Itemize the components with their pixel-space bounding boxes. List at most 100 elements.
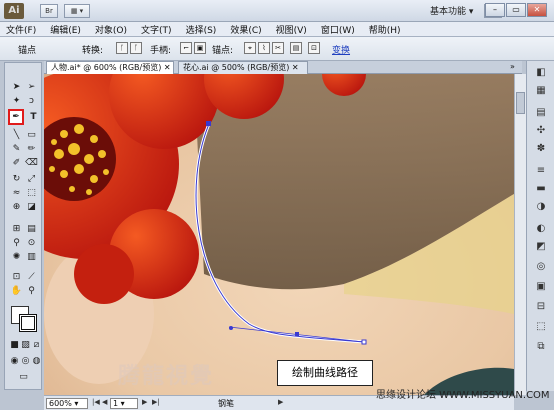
menu-select[interactable]: 选择(S)	[186, 23, 217, 36]
color-panel-icon[interactable]: ◧	[535, 67, 547, 79]
convert-corner-icon[interactable]: ᚴ	[116, 42, 128, 54]
line-tool-icon[interactable]: ╲	[10, 129, 23, 141]
scrollbar-thumb[interactable]	[516, 92, 525, 114]
tab-person-doc[interactable]: 人物.ai* @ 600% (RGB/预览) ✕	[46, 61, 174, 74]
first-page-icon[interactable]: |◀	[92, 398, 100, 406]
current-tool-label: 钢笔	[218, 399, 234, 408]
blob-brush-tool-icon[interactable]: ✐	[10, 157, 23, 169]
hand-tool-icon[interactable]: ✋	[10, 285, 23, 297]
transform-panel-icon[interactable]: ⬚	[535, 321, 547, 333]
document-tabs: 人物.ai* @ 600% (RGB/预览) ✕ 花心.ai @ 500% (R…	[44, 61, 522, 74]
transparency-panel-icon[interactable]: ◑	[535, 201, 547, 213]
artwork	[44, 74, 514, 395]
anchor-point-label: 锚点	[18, 46, 37, 56]
tab-flower-doc[interactable]: 花心.ai @ 500% (RGB/预览) ✕	[178, 61, 308, 74]
type-tool-icon[interactable]: T	[27, 111, 40, 123]
appearance-panel-icon[interactable]: ◐	[535, 223, 547, 235]
vertical-scrollbar[interactable]	[514, 74, 526, 395]
slice-tool-icon[interactable]: ⟋	[25, 271, 38, 283]
stroke-swatch[interactable]	[19, 314, 37, 332]
selection-tool-icon[interactable]: ➤	[10, 81, 23, 93]
connect-anchor-icon[interactable]: ⌇	[258, 42, 270, 54]
bridge-button[interactable]: Br	[40, 4, 58, 18]
window-min-button[interactable]: –	[485, 3, 505, 17]
mesh-tool-icon[interactable]: ⊞	[10, 223, 23, 235]
menu-help[interactable]: 帮助(H)	[369, 23, 401, 36]
logo-watermark: 腾龍視覺	[118, 363, 215, 389]
convert-smooth-icon[interactable]: ᚵ	[130, 42, 142, 54]
blend-tool-icon[interactable]: ⊙	[25, 237, 38, 249]
workspace-label: 基本功能	[430, 7, 467, 17]
brushes-panel-icon[interactable]: ✣	[535, 125, 547, 137]
pencil-tool-icon[interactable]: ✏	[25, 143, 38, 155]
direct-selection-tool-icon[interactable]: ➢	[25, 81, 38, 93]
screen-mode-icon[interactable]: ▭	[17, 371, 30, 383]
symbol-sprayer-tool-icon[interactable]: ✺	[10, 251, 23, 263]
convert-label: 转换:	[82, 46, 104, 56]
show-handles-icon[interactable]: ⌐	[180, 42, 192, 54]
page-value: 1	[113, 399, 119, 408]
transform-icon[interactable]: ⊡	[308, 42, 320, 54]
cut-path-icon[interactable]: ✂	[272, 42, 284, 54]
gradient-tool-icon[interactable]: ▤	[25, 223, 38, 235]
live-paint-tool-icon[interactable]: ◪	[25, 201, 38, 213]
pathfinder-panel-icon[interactable]: ⧉	[535, 341, 547, 353]
pen-tool-icon[interactable]: ✒	[8, 109, 24, 125]
isolate-icon[interactable]: ▤	[290, 42, 302, 54]
tabs-overflow-icon[interactable]: »	[510, 62, 515, 71]
panel-dock: ◧ ▦ ▤ ✣ ✽ ≡ ▬ ◑ ◐ ◩ ◎ ▣ ⊟ ⬚ ⧉	[526, 61, 554, 391]
artboards-panel-icon[interactable]: ▣	[535, 281, 547, 293]
graphic-styles-icon[interactable]: ◩	[535, 241, 547, 253]
next-page-icon[interactable]: ▶	[142, 398, 147, 406]
eraser-tool-icon[interactable]: ⌫	[25, 157, 38, 169]
menu-edit[interactable]: 编辑(E)	[50, 23, 81, 36]
shape-builder-tool-icon[interactable]: ⊕	[10, 201, 23, 213]
menu-file[interactable]: 文件(F)	[6, 23, 36, 36]
last-page-icon[interactable]: ▶|	[152, 398, 160, 406]
magic-wand-tool-icon[interactable]: ✦	[10, 95, 23, 107]
window-restore-button[interactable]: ▭	[506, 3, 526, 17]
prev-page-icon[interactable]: ◀	[102, 398, 107, 406]
gradient-panel-icon[interactable]: ▬	[535, 183, 547, 195]
rectangle-tool-icon[interactable]: ▭	[25, 129, 38, 141]
artboard-canvas[interactable]	[44, 74, 514, 395]
tab-close-icon[interactable]: ✕	[164, 63, 171, 72]
rotate-tool-icon[interactable]: ↻	[10, 173, 23, 185]
window-close-button[interactable]: ✕	[527, 3, 547, 17]
draw-inside-icon[interactable]: ◍	[30, 355, 43, 367]
arrange-documents-button[interactable]: ▦ ▾	[64, 4, 90, 18]
graph-tool-icon[interactable]: ▥	[25, 251, 38, 263]
color-guide-icon[interactable]: ▦	[535, 85, 547, 97]
stroke-panel-icon[interactable]: ≡	[535, 165, 547, 177]
width-tool-icon[interactable]: ≈	[10, 187, 23, 199]
layers-panel-icon[interactable]: ◎	[535, 261, 547, 273]
anchor-points-label: 锚点:	[212, 46, 234, 56]
title-bar: Ai Br ▦ ▾ 基本功能 ▾ ⚲ – ▭ ✕	[0, 0, 554, 22]
none-mode-icon[interactable]: ⧄	[30, 339, 43, 351]
tab-close-icon[interactable]: ✕	[292, 63, 299, 72]
menu-type[interactable]: 文字(T)	[141, 23, 172, 36]
paintbrush-tool-icon[interactable]: ✎	[10, 143, 23, 155]
hide-handles-icon[interactable]: ▣	[194, 42, 206, 54]
artboard-tool-icon[interactable]: ⊡	[10, 271, 23, 283]
zoom-tool-icon[interactable]: ⚲	[25, 285, 38, 297]
zoom-field[interactable]: 600% ▾	[46, 398, 88, 409]
free-transform-tool-icon[interactable]: ⬚	[25, 187, 38, 199]
symbols-panel-icon[interactable]: ✽	[535, 143, 547, 155]
align-panel-icon[interactable]: ⊟	[535, 301, 547, 313]
page-field[interactable]: 1 ▾	[110, 398, 138, 409]
lasso-tool-icon[interactable]: ↄ	[25, 95, 38, 107]
swatches-panel-icon[interactable]: ▤	[535, 107, 547, 119]
transform-link[interactable]: 变换	[332, 43, 350, 56]
zoom-value: 600%	[49, 399, 72, 408]
eyedropper-tool-icon[interactable]: ⚲	[10, 237, 23, 249]
menu-window[interactable]: 窗口(W)	[321, 23, 355, 36]
app-logo: Ai	[4, 3, 24, 19]
status-menu-icon[interactable]: ▶	[278, 398, 283, 406]
scale-tool-icon[interactable]: ⤢	[25, 173, 38, 185]
menu-effect[interactable]: 效果(C)	[230, 23, 261, 36]
remove-anchor-icon[interactable]: ⌖	[244, 42, 256, 54]
menu-view[interactable]: 视图(V)	[276, 23, 307, 36]
menu-object[interactable]: 对象(O)	[95, 23, 127, 36]
workspace-switcher[interactable]: 基本功能 ▾	[430, 4, 473, 17]
